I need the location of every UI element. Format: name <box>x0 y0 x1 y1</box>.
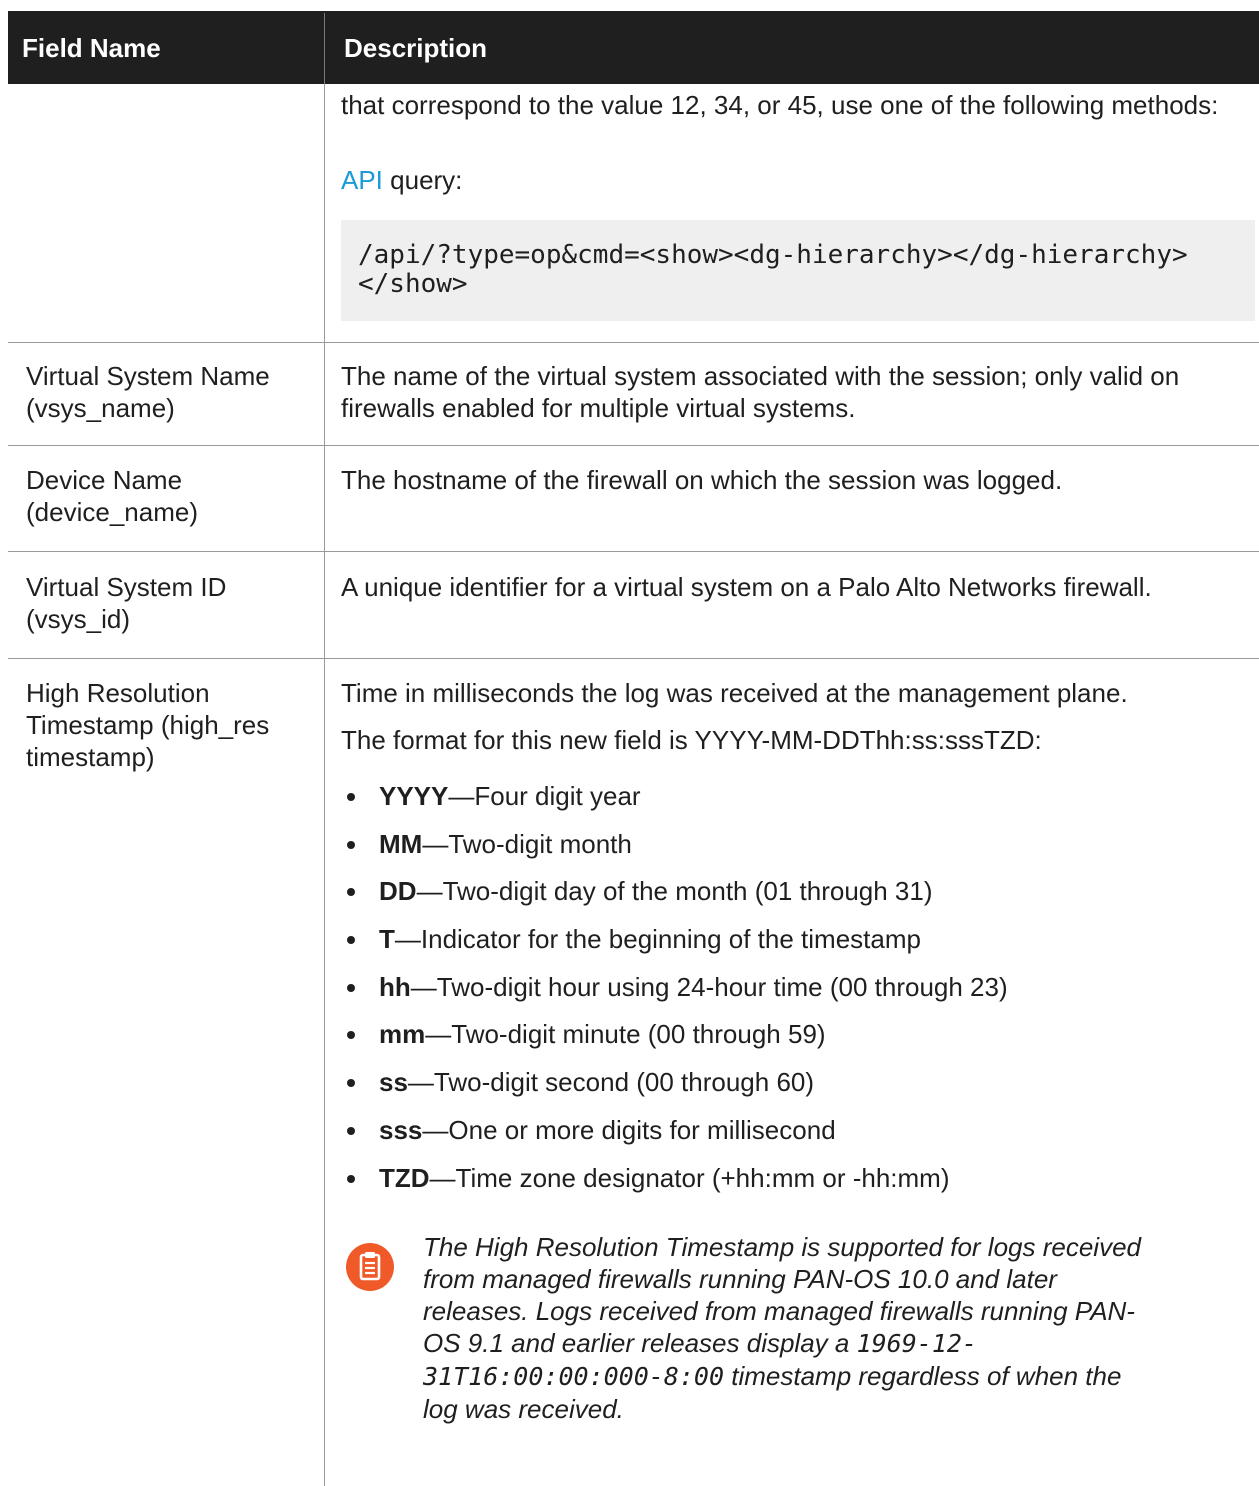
timestamp-note: The High Resolution Timestamp is support… <box>423 1232 1141 1424</box>
note-icon <box>346 1243 394 1291</box>
list-item: ss—Two-digit second (00 through 60) <box>341 1066 1241 1114</box>
row-divider <box>8 342 1259 343</box>
list-item: hh—Two-digit hour using 24-hour time (00… <box>341 971 1241 1019</box>
desc-vsys-name: The name of the virtual system associate… <box>341 361 1180 423</box>
format-list: YYYY—Four digit year MM—Two-digit month … <box>341 780 1241 1209</box>
column-divider <box>324 84 325 1486</box>
list-item: YYYY—Four digit year <box>341 780 1241 828</box>
list-item: MM—Two-digit month <box>341 828 1241 876</box>
field-high-res-timestamp: High Resolution Timestamp (high_res time… <box>26 678 270 772</box>
continuation-text: that correspond to the value 12, 34, or … <box>341 90 1219 120</box>
list-item: mm—Two-digit minute (00 through 59) <box>341 1018 1241 1066</box>
desc-high-res-timestamp: Time in milliseconds the log was receive… <box>341 678 1128 708</box>
list-item: TZD—Time zone designator (+hh:mm or -hh:… <box>341 1162 1241 1210</box>
api-query-line: API query: <box>341 164 462 196</box>
header-divider <box>324 13 325 84</box>
header-field-name: Field Name <box>22 33 161 63</box>
api-code: /api/?type=op&cmd=<show><dg-hierarchy></… <box>358 240 1188 299</box>
field-vsys-name: Virtual System Name (vsys_name) <box>26 361 270 423</box>
header-description: Description <box>344 33 488 63</box>
api-query-label: query: <box>382 165 463 195</box>
list-item: sss—One or more digits for millisecond <box>341 1114 1241 1162</box>
document-page: Field Name Description that correspond t… <box>0 0 1259 1486</box>
desc-vsys-id: A unique identifier for a virtual system… <box>341 572 1152 602</box>
field-device-name: Device Name (device_name) <box>26 465 198 527</box>
table-header: Field Name Description <box>8 13 1259 84</box>
list-item: T—Indicator for the beginning of the tim… <box>341 923 1241 971</box>
row-divider <box>8 551 1259 552</box>
format-intro: The format for this new field is YYYY-MM… <box>341 725 1042 755</box>
field-vsys-id: Virtual System ID (vsys_id) <box>26 572 227 634</box>
list-item: DD—Two-digit day of the month (01 throug… <box>341 875 1241 923</box>
api-link[interactable]: API <box>341 165 383 195</box>
desc-device-name: The hostname of the firewall on which th… <box>341 465 1063 495</box>
row-divider <box>8 658 1259 659</box>
row-divider <box>8 445 1259 446</box>
